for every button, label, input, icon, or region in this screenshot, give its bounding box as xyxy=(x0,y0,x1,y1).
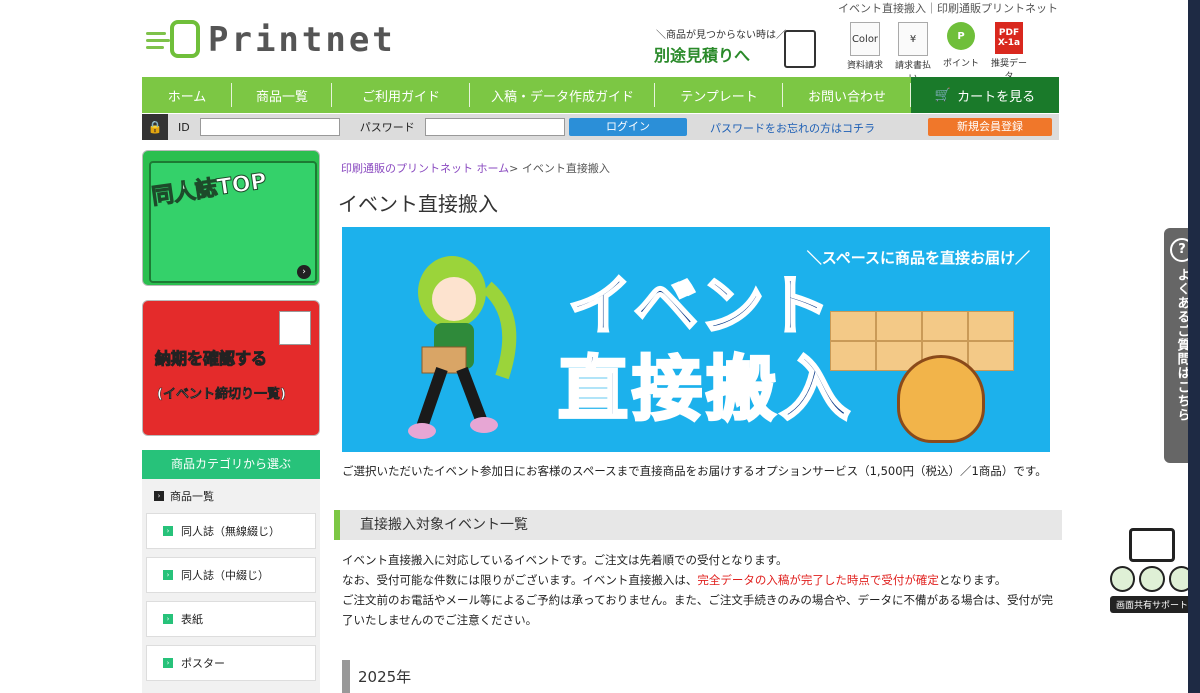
category-item[interactable]: › 同人誌（中綴じ） xyxy=(146,557,316,593)
nav-contact[interactable]: お問い合わせ xyxy=(783,77,911,113)
chevron-right-icon: › xyxy=(163,658,173,668)
nav-template[interactable]: テンプレート xyxy=(655,77,783,113)
breadcrumb-separator: > xyxy=(509,162,519,175)
doujinshi-top-banner[interactable]: 同人誌TOP › xyxy=(142,150,320,286)
site-title-link[interactable]: イベント直接搬入｜印刷通販プリントネット xyxy=(838,0,1058,16)
points-label: ポイント xyxy=(942,59,979,69)
chevron-right-icon: › xyxy=(297,265,311,279)
chevron-right-icon: › xyxy=(163,570,173,580)
estimate-big-text: 別途見積りへ xyxy=(654,46,751,65)
login-button[interactable]: ログイン xyxy=(569,118,687,136)
points-icon: P xyxy=(947,22,975,50)
category-item-label: 同人誌（無線綴じ） xyxy=(181,525,280,538)
notice-line: なお、受付可能な件数には限りがございます。イベント直接搬入は、完全データの入稿が… xyxy=(342,573,1007,587)
category-item-label: ポスター xyxy=(181,657,225,670)
invoice-payment-link[interactable]: ¥ 請求書払い xyxy=(892,22,934,84)
breadcrumb-home-link[interactable]: 印刷通販のプリントネット ホーム xyxy=(341,162,509,175)
password-label: パスワード xyxy=(359,121,415,134)
category-head-label: 商品一覧 xyxy=(170,490,214,503)
category-item[interactable]: › ポスター xyxy=(146,645,316,681)
category-item-label: 表紙 xyxy=(181,613,203,626)
header-icon-links: Color 資料請求 ¥ 請求書払い P ポイント PDF X-1a 推奨データ xyxy=(844,22,1030,84)
page-title: イベント直接搬入 xyxy=(338,192,498,216)
monitor-icon xyxy=(1129,528,1175,562)
hero-title-line2: 直接搬入 xyxy=(557,347,854,432)
screen-share-label: 画面共有サポート xyxy=(1110,596,1194,613)
logo-speed-lines xyxy=(146,32,170,53)
printnet-logo[interactable]: Printnet xyxy=(146,18,393,62)
password-input[interactable] xyxy=(424,118,565,136)
notice-highlight: 完全データの入稿が完了した時点で受付が確定 xyxy=(697,573,939,587)
breadcrumb: 印刷通販のプリントネット ホーム> イベント直接搬入 xyxy=(341,160,610,176)
cart-icon: 🛒 xyxy=(934,87,952,103)
estimate-small-text: ＼商品が見つからない時は／ xyxy=(656,30,786,41)
category-select-button[interactable]: 商品カテゴリから選ぶ xyxy=(142,450,320,479)
category-item-label: 同人誌（中綴じ） xyxy=(181,569,269,582)
section-heading: 直接搬入対象イベント一覧 xyxy=(334,510,1062,540)
nav-guide[interactable]: ご利用ガイド xyxy=(332,77,470,113)
deadline-banner-title: 納期を確認する xyxy=(154,349,268,369)
service-description: ご選択いただいたイベント参加日にお客様のスペースまで直接商品をお届けするオプショ… xyxy=(342,464,1047,478)
hero-banner: ＼スペースに商品を直接お届け／ イベント 直接搬入 xyxy=(342,227,1050,452)
screen-share-support[interactable]: 画面共有サポート xyxy=(1110,528,1194,613)
deadline-banner-subtitle: (イベント締切り一覧) xyxy=(157,387,286,403)
page: イベント直接搬入｜印刷通販プリントネット Printnet ＼商品が見つからない… xyxy=(0,0,1200,693)
main-nav: ホーム 商品一覧 ご利用ガイド 入稿・データ作成ガイド テンプレート お問い合わ… xyxy=(142,77,1059,113)
support-people-icon xyxy=(1110,566,1194,592)
estimate-link[interactable]: ＼商品が見つからない時は／ 別途見積りへ xyxy=(652,24,822,70)
recommended-data-link[interactable]: PDF X-1a 推奨データ xyxy=(988,22,1030,84)
pdf-icon: PDF X-1a xyxy=(995,22,1023,54)
id-label: ID xyxy=(178,120,190,134)
year-heading: 2025年 xyxy=(342,660,658,693)
nav-data-guide[interactable]: 入稿・データ作成ガイド xyxy=(470,77,655,113)
deadline-banner[interactable]: 納期を確認する (イベント締切り一覧) xyxy=(142,300,320,436)
logo-document-icon xyxy=(170,20,200,58)
login-bar: 🔒 ID パスワード ログイン パスワードをお忘れの方はコチラ 新規会員登録 xyxy=(142,114,1059,140)
notice-line: イベント直接搬入に対応しているイベントです。ご注文は先着順での受付となります。 xyxy=(342,553,788,567)
nav-cart-label: カートを見る xyxy=(957,89,1036,105)
chevron-right-icon: › xyxy=(154,491,164,501)
chevron-right-icon: › xyxy=(163,526,173,536)
breadcrumb-current: イベント直接搬入 xyxy=(521,162,610,175)
category-list: › 商品一覧 › 同人誌（無線綴じ） › 同人誌（中綴じ） › 表紙 › ポスター xyxy=(142,479,320,693)
color-sample-icon: Color xyxy=(850,22,880,56)
lock-icon: 🔒 xyxy=(142,114,168,140)
window-edge xyxy=(1188,0,1200,693)
notice-line: ご注文前のお電話やメール等によるご予約は承っておりません。また、ご注文手続きのみ… xyxy=(342,593,1054,627)
register-button[interactable]: 新規会員登録 xyxy=(928,118,1052,136)
nav-products[interactable]: 商品一覧 xyxy=(232,77,332,113)
logo-text: Printnet xyxy=(208,20,396,60)
invoice-icon: ¥ xyxy=(898,22,928,56)
id-input[interactable] xyxy=(199,118,340,136)
nav-home[interactable]: ホーム xyxy=(142,77,232,113)
nav-cart[interactable]: 🛒 カートを見る xyxy=(911,77,1059,113)
category-item[interactable]: › 同人誌（無線綴じ） xyxy=(146,513,316,549)
character-illustration xyxy=(408,256,517,439)
calendar-icon xyxy=(279,311,311,345)
event-notice: イベント直接搬入に対応しているイベントです。ご注文は先着順での受付となります。 … xyxy=(342,550,1054,630)
chevron-right-icon: › xyxy=(163,614,173,624)
hero-subtitle: ＼スペースに商品を直接お届け／ xyxy=(806,249,1030,267)
points-link[interactable]: P ポイント xyxy=(940,22,982,84)
mascot-illustration xyxy=(897,355,985,443)
sidebar: 同人誌TOP › 納期を確認する (イベント締切り一覧) 商品カテゴリから選ぶ … xyxy=(142,150,320,693)
brochure-request-link[interactable]: Color 資料請求 xyxy=(844,22,886,84)
brochure-request-label: 資料請求 xyxy=(846,61,883,71)
category-item[interactable]: › 表紙 xyxy=(146,601,316,637)
category-head[interactable]: › 商品一覧 xyxy=(142,479,320,513)
calculator-icon xyxy=(784,30,816,68)
forgot-password-link[interactable]: パスワードをお忘れの方はコチラ xyxy=(710,120,875,136)
